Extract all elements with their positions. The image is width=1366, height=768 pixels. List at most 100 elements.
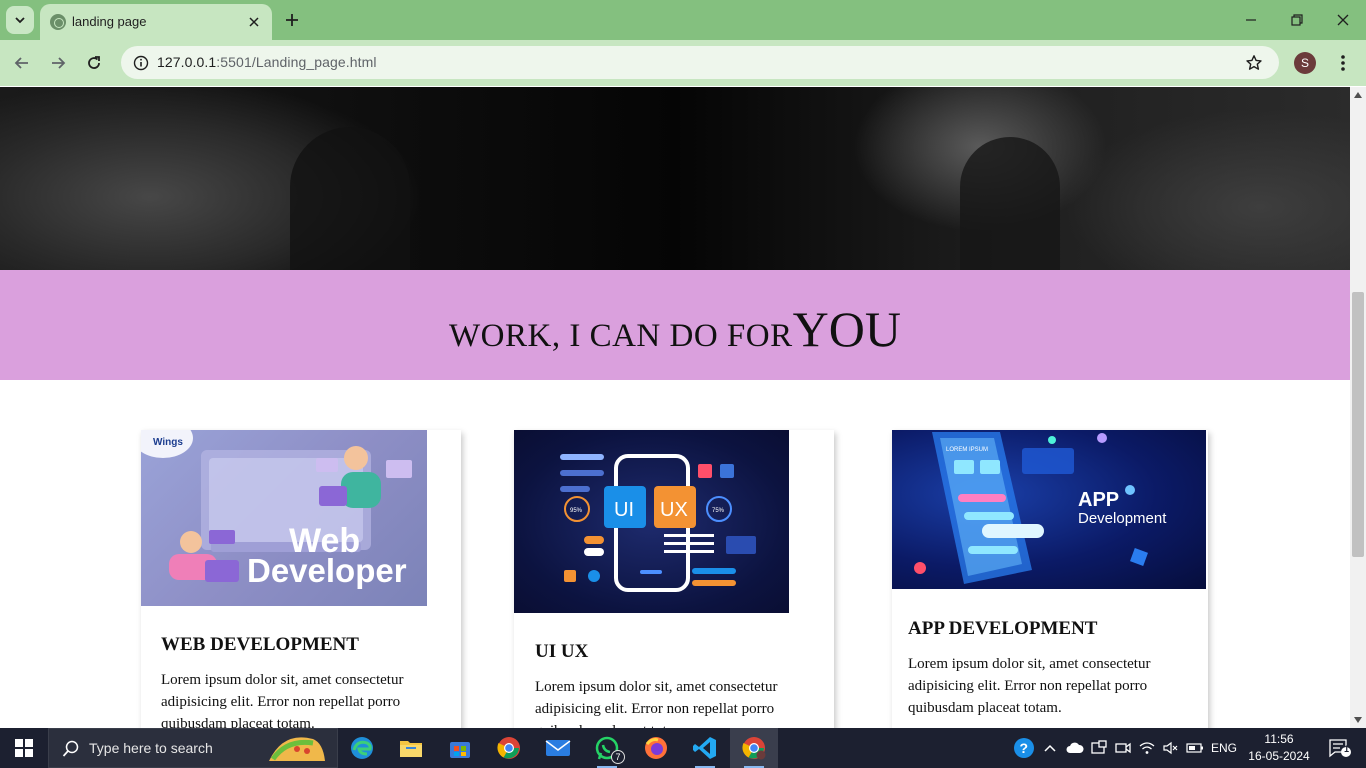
- url-text: 127.0.0.1:5501/Landing_page.html: [157, 54, 377, 70]
- page-scrollbar[interactable]: [1350, 87, 1366, 728]
- browser-toolbar: 127.0.0.1:5501/Landing_page.html: [0, 40, 1366, 86]
- wifi-icon: [1139, 742, 1155, 754]
- taskbar-firefox[interactable]: [632, 728, 680, 768]
- folder-icon: [400, 741, 422, 757]
- clock-time: 11:56: [1264, 732, 1294, 746]
- notification-center-button[interactable]: 1: [1322, 728, 1358, 768]
- address-bar[interactable]: 127.0.0.1:5501/Landing_page.html: [121, 46, 1279, 79]
- triangle-down-icon: [1354, 717, 1362, 723]
- tray-volume[interactable]: [1160, 728, 1182, 768]
- image-stat-1: 95%: [570, 508, 583, 514]
- svg-text:?: ?: [1020, 740, 1029, 756]
- image-stat-2: 75%: [712, 508, 725, 514]
- forward-button[interactable]: [46, 51, 70, 75]
- window-close-button[interactable]: [1328, 10, 1358, 30]
- card-web-development: Wings Web Developer WEB DEVELOPMENT Lore…: [141, 430, 461, 728]
- hero-image: [0, 87, 1350, 270]
- reload-icon: [88, 56, 100, 69]
- search-placeholder: Type here to search: [89, 740, 213, 756]
- scroll-down-button[interactable]: [1350, 712, 1366, 728]
- taskbar-whatsapp[interactable]: 7: [583, 728, 631, 768]
- card-title: WEB DEVELOPMENT: [161, 634, 359, 655]
- taskbar-search-box[interactable]: Type here to search: [48, 728, 338, 768]
- window-restore-button[interactable]: [1282, 10, 1312, 30]
- browser-tab-bar: landing page: [0, 0, 1366, 40]
- mail-icon: [545, 740, 571, 756]
- triangle-up-icon: [1354, 92, 1362, 98]
- tray-meet[interactable]: [1112, 728, 1134, 768]
- taskbar-chrome-profile[interactable]: [730, 728, 778, 768]
- site-info-button[interactable]: [131, 53, 151, 73]
- info-icon: [133, 55, 149, 71]
- page-viewport: WORK, I CAN DO FORYOU Wings Web Develope…: [0, 87, 1350, 728]
- card-text: Lorem ipsum dolor sit, amet consectetur …: [535, 679, 778, 728]
- hero-silhouette-left: [290, 127, 410, 270]
- tray-device[interactable]: [1088, 728, 1110, 768]
- store-icon: [450, 742, 470, 758]
- url-host: 127.0.0.1: [157, 54, 217, 70]
- tray-show-hidden[interactable]: [1040, 728, 1060, 768]
- bookmark-button[interactable]: [1243, 52, 1265, 74]
- taskbar-file-explorer[interactable]: [387, 728, 435, 768]
- help-icon: ?: [1014, 738, 1034, 758]
- chevron-down-icon: [15, 17, 25, 24]
- section-heading-small: WORK, I CAN DO FOR: [449, 318, 793, 354]
- section-heading: WORK, I CAN DO FORYOU: [0, 300, 1350, 358]
- start-button[interactable]: [0, 728, 48, 768]
- new-tab-button[interactable]: [280, 8, 304, 32]
- card-ui-ux: UI UX 95% 75% UI UX Lorem ipsum dolor si…: [514, 430, 834, 728]
- search-highlight-taco-icon: [269, 737, 325, 761]
- image-label-ui: UI: [614, 499, 634, 521]
- hero-silhouette-right: [960, 137, 1060, 270]
- device-icon: [1091, 740, 1107, 754]
- chrome-icon: [497, 737, 520, 759]
- image-label-line2: Development: [1078, 510, 1167, 527]
- tab-title: landing page: [72, 14, 147, 29]
- reload-button[interactable]: [82, 51, 106, 75]
- arrow-left-icon: [14, 57, 28, 69]
- taskbar-store[interactable]: [436, 728, 484, 768]
- tray-language[interactable]: ENG: [1208, 728, 1240, 768]
- clock-date: 16-05-2024: [1248, 749, 1310, 763]
- section-heading-big: YOU: [792, 301, 901, 357]
- window-minimize-button[interactable]: [1236, 10, 1266, 30]
- browser-menu-button[interactable]: [1332, 52, 1354, 74]
- taskbar-edge[interactable]: [338, 728, 386, 768]
- taskbar-vscode[interactable]: [681, 728, 729, 768]
- star-icon: [1246, 55, 1262, 70]
- card-text: Lorem ipsum dolor sit, amet consectetur …: [908, 656, 1151, 716]
- ui-ux-image: UI UX 95% 75%: [514, 430, 789, 613]
- taskbar-chrome[interactable]: [485, 728, 533, 768]
- restore-icon: [1291, 14, 1303, 26]
- tab-search-button[interactable]: [6, 6, 34, 34]
- card-title: APP DEVELOPMENT: [908, 618, 1098, 639]
- chrome-icon: [742, 737, 766, 760]
- tray-battery[interactable]: [1184, 728, 1206, 768]
- web-developer-illustration: Wings Web Developer: [141, 430, 412, 589]
- search-icon: [61, 739, 81, 759]
- vscode-icon: [693, 737, 716, 759]
- profile-avatar[interactable]: S: [1294, 52, 1316, 74]
- scrollbar-thumb[interactable]: [1352, 292, 1364, 557]
- tray-help[interactable]: ?: [1010, 728, 1038, 768]
- ui-ux-illustration: UI UX 95% 75%: [560, 454, 756, 592]
- taskbar-mail[interactable]: [534, 728, 582, 768]
- tab-landing-page[interactable]: landing page: [40, 4, 272, 40]
- tray-network[interactable]: [1136, 728, 1158, 768]
- windows-taskbar: Type here to search 7 ? ENG 11:56 16-05-…: [0, 728, 1366, 768]
- windows-logo-icon: [15, 739, 33, 757]
- card-title: UI UX: [535, 641, 589, 662]
- scroll-up-button[interactable]: [1350, 87, 1366, 103]
- image-label-line1: APP: [1078, 489, 1119, 511]
- card-text: Lorem ipsum dolor sit, amet consectetur …: [161, 672, 404, 728]
- image-mini-label: LOREM IPSUM: [946, 447, 988, 453]
- tray-onedrive[interactable]: [1064, 728, 1086, 768]
- edge-icon: [351, 737, 373, 759]
- battery-icon: [1186, 743, 1203, 753]
- firefox-icon: [645, 737, 667, 759]
- more-vertical-icon: [1341, 55, 1345, 71]
- back-button[interactable]: [10, 51, 34, 75]
- taskbar-clock[interactable]: 11:56 16-05-2024: [1244, 731, 1314, 765]
- whatsapp-badge: 7: [611, 750, 625, 764]
- tab-close-button[interactable]: [244, 12, 264, 32]
